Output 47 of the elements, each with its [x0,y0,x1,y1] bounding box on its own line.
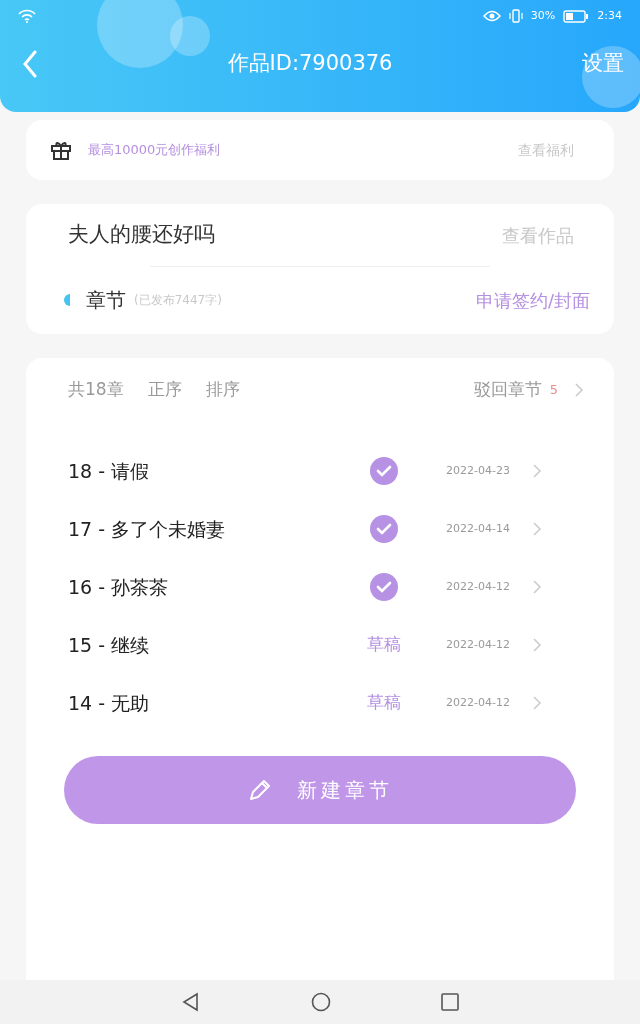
chevron-right-icon[interactable] [532,521,542,537]
benefit-text: 最高10000元创作福利 [88,141,221,160]
check-circle-icon [370,457,398,485]
chevron-right-icon[interactable] [532,695,542,711]
clock-time: 2:34 [597,7,622,24]
chapter-count: 共18章 [68,378,124,402]
chevron-right-icon[interactable] [574,382,584,398]
chapter-title[interactable]: 17 - 多了个未婚妻 [68,514,358,544]
chapter-date: 2022-04-12 [446,694,511,711]
chapter-title[interactable]: 14 - 无助 [68,688,358,718]
order-button[interactable]: 正序 [147,377,182,403]
battery-icon [563,9,590,23]
chapter-title[interactable]: 15 - 继续 [68,630,358,660]
apply-contract-link[interactable]: 申请签约/封面 [475,286,590,314]
section-label: 章节 [86,287,126,314]
chevron-right-icon[interactable] [532,579,542,595]
chapter-title[interactable]: 16 - 孙茶茶 [68,572,358,602]
draft-label: 草稿 [367,691,401,715]
chevron-right-icon[interactable] [532,637,542,653]
chevron-right-icon[interactable] [532,463,542,479]
vibrate-icon [508,9,523,23]
new-chapter-button[interactable]: 新建章节 [64,756,576,824]
sort-button[interactable]: 排序 [205,377,240,403]
eye-icon [482,10,501,22]
rejected-chapters-link[interactable]: 驳回章节 [473,377,542,403]
gift-icon [50,139,72,161]
chapter-date: 2022-04-12 [446,636,511,653]
bubble-decoration [582,46,640,108]
section-marker [64,294,70,306]
page-title: 作品ID:7900376 [227,50,393,78]
rejected-count: 5 [549,381,558,400]
back-icon[interactable] [22,50,38,78]
chapter-date: 2022-04-12 [446,578,511,595]
back-nav-icon[interactable] [181,992,201,1012]
recents-nav-icon[interactable] [441,993,459,1011]
check-circle-icon [370,573,398,601]
chapter-date: 2022-04-23 [446,462,511,479]
settings-link[interactable]: 设置 [582,48,624,80]
battery-percent: 30% [530,7,556,24]
chapter-title[interactable]: 18 - 请假 [68,456,358,486]
pencil-icon [247,777,273,803]
wifi-icon [18,9,36,23]
check-circle-icon [370,515,398,543]
chapter-date: 2022-04-14 [446,520,511,537]
work-title: 夫人的腰还好吗 [68,221,215,249]
home-nav-icon[interactable] [311,992,331,1012]
draft-label: 草稿 [367,633,401,657]
